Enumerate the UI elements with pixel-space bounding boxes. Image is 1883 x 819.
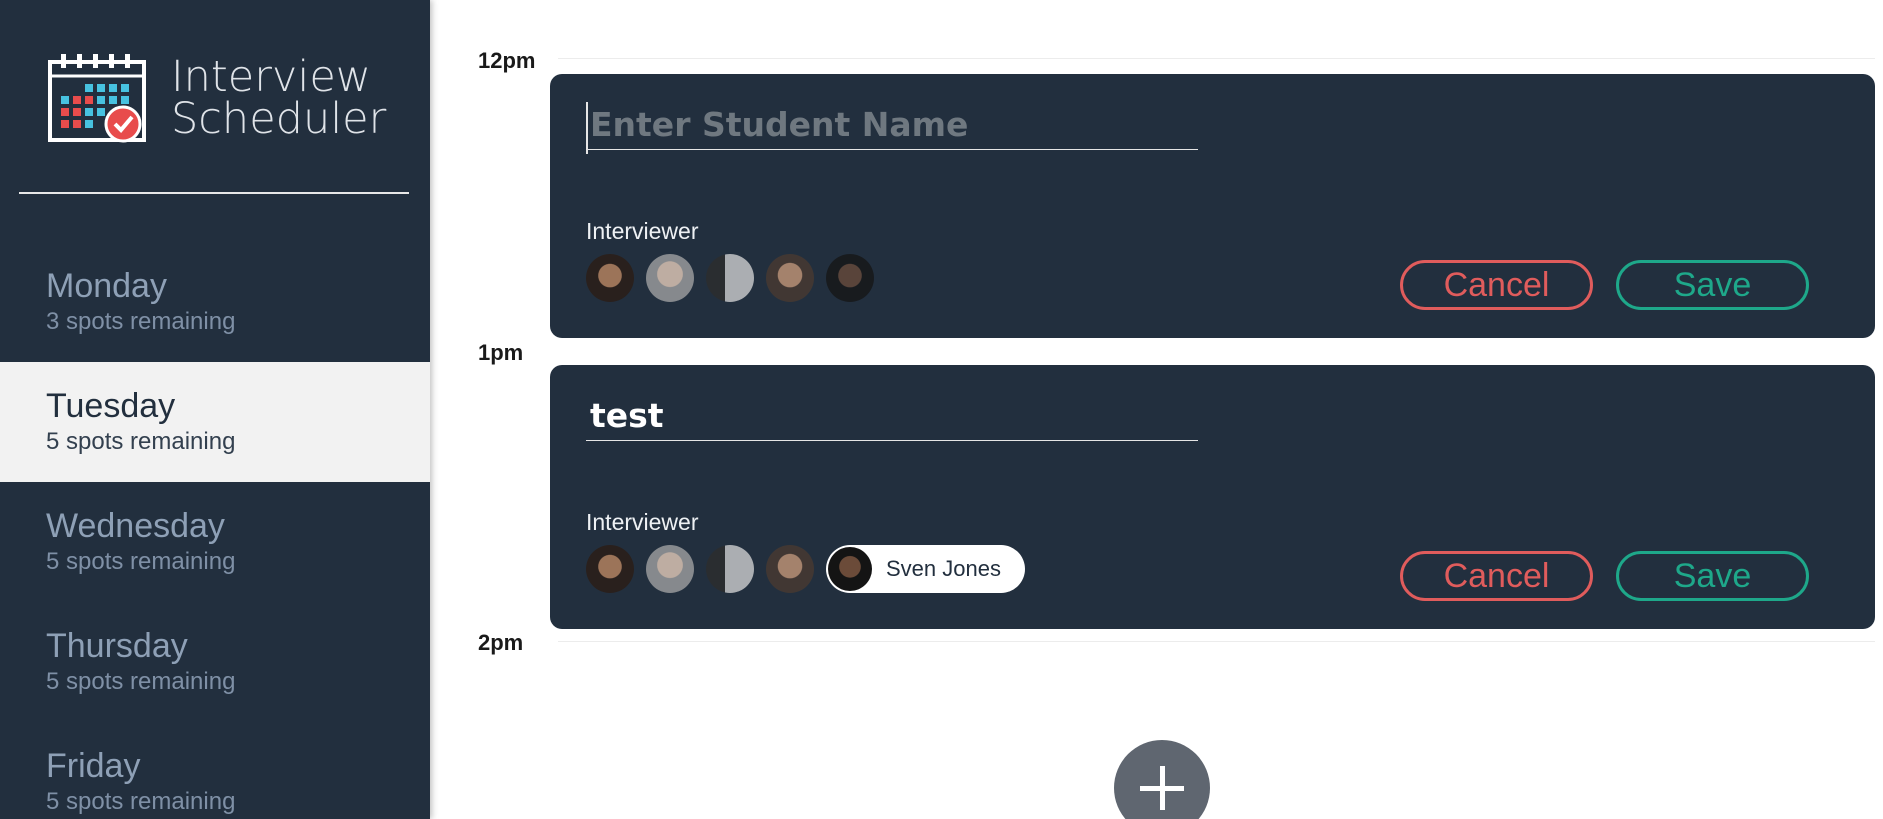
day-name: Monday	[46, 267, 167, 305]
text-cursor	[586, 102, 588, 154]
sidebar: Interview Scheduler Monday 3 spots remai…	[0, 0, 430, 819]
interviewer-avatar[interactable]	[586, 254, 634, 302]
calendar-check-icon	[48, 54, 146, 143]
time-divider	[558, 641, 1875, 642]
add-appointment-button[interactable]	[1114, 740, 1210, 819]
interviewer-label: Interviewer	[586, 509, 699, 535]
interviewer-avatar[interactable]	[706, 545, 754, 593]
interviewer-avatar[interactable]	[646, 545, 694, 593]
student-name-input[interactable]	[586, 391, 1198, 441]
cancel-button[interactable]: Cancel	[1400, 260, 1593, 310]
day-item-tuesday[interactable]: Tuesday 5 spots remaining	[0, 362, 430, 482]
selected-interviewer-name: Sven Jones	[886, 556, 1001, 581]
day-spots: 5 spots remaining	[46, 668, 236, 695]
app: Interview Scheduler Monday 3 spots remai…	[0, 0, 1883, 819]
interviewer-list: Sven Jones	[586, 545, 1025, 593]
save-button[interactable]: Save	[1616, 260, 1809, 310]
interviewer-avatar[interactable]	[826, 254, 874, 302]
interviewer-avatar[interactable]	[766, 254, 814, 302]
student-name-input[interactable]	[586, 100, 1198, 150]
day-item-monday[interactable]: Monday 3 spots remaining	[0, 242, 430, 362]
day-list: Monday 3 spots remaining Tuesday 5 spots…	[0, 242, 430, 819]
schedule: 12pm Interviewer Cancel Save 1pm Intervi…	[430, 0, 1883, 819]
day-spots: 5 spots remaining	[46, 428, 236, 455]
interviewer-avatar	[828, 547, 872, 591]
day-spots: 5 spots remaining	[46, 548, 236, 575]
interviewer-list	[586, 254, 886, 302]
interviewer-avatar[interactable]	[646, 254, 694, 302]
time-label-1pm: 1pm	[478, 340, 524, 365]
day-name: Tuesday	[46, 387, 176, 425]
interviewer-avatar[interactable]	[586, 545, 634, 593]
brand-title: Interview Scheduler	[171, 52, 387, 144]
day-item-thursday[interactable]: Thursday 5 spots remaining	[0, 602, 430, 722]
selected-interviewer[interactable]: Sven Jones	[826, 545, 1025, 593]
interviewer-avatar[interactable]	[706, 254, 754, 302]
interviewer-avatar[interactable]	[766, 545, 814, 593]
brand-line-2: Scheduler	[171, 94, 387, 144]
appointment-form: Interviewer Sven Jones Cancel Save	[550, 365, 1875, 629]
day-name: Friday	[46, 747, 141, 785]
time-label-12pm: 12pm	[478, 48, 536, 73]
brand-line-1: Interview	[171, 52, 371, 102]
day-name: Thursday	[46, 627, 188, 665]
interviewer-label: Interviewer	[586, 218, 699, 244]
day-item-wednesday[interactable]: Wednesday 5 spots remaining	[0, 482, 430, 602]
day-name: Wednesday	[46, 507, 225, 545]
time-divider	[558, 58, 1875, 59]
day-item-friday[interactable]: Friday 5 spots remaining	[0, 722, 430, 819]
appointment-form: Interviewer Cancel Save	[550, 74, 1875, 338]
brand: Interview Scheduler	[47, 52, 386, 144]
cancel-button[interactable]: Cancel	[1400, 551, 1593, 601]
save-button[interactable]: Save	[1616, 551, 1809, 601]
day-spots: 3 spots remaining	[46, 308, 236, 335]
sidebar-divider	[19, 192, 409, 194]
day-spots: 5 spots remaining	[46, 788, 236, 815]
time-label-2pm: 2pm	[478, 630, 524, 655]
